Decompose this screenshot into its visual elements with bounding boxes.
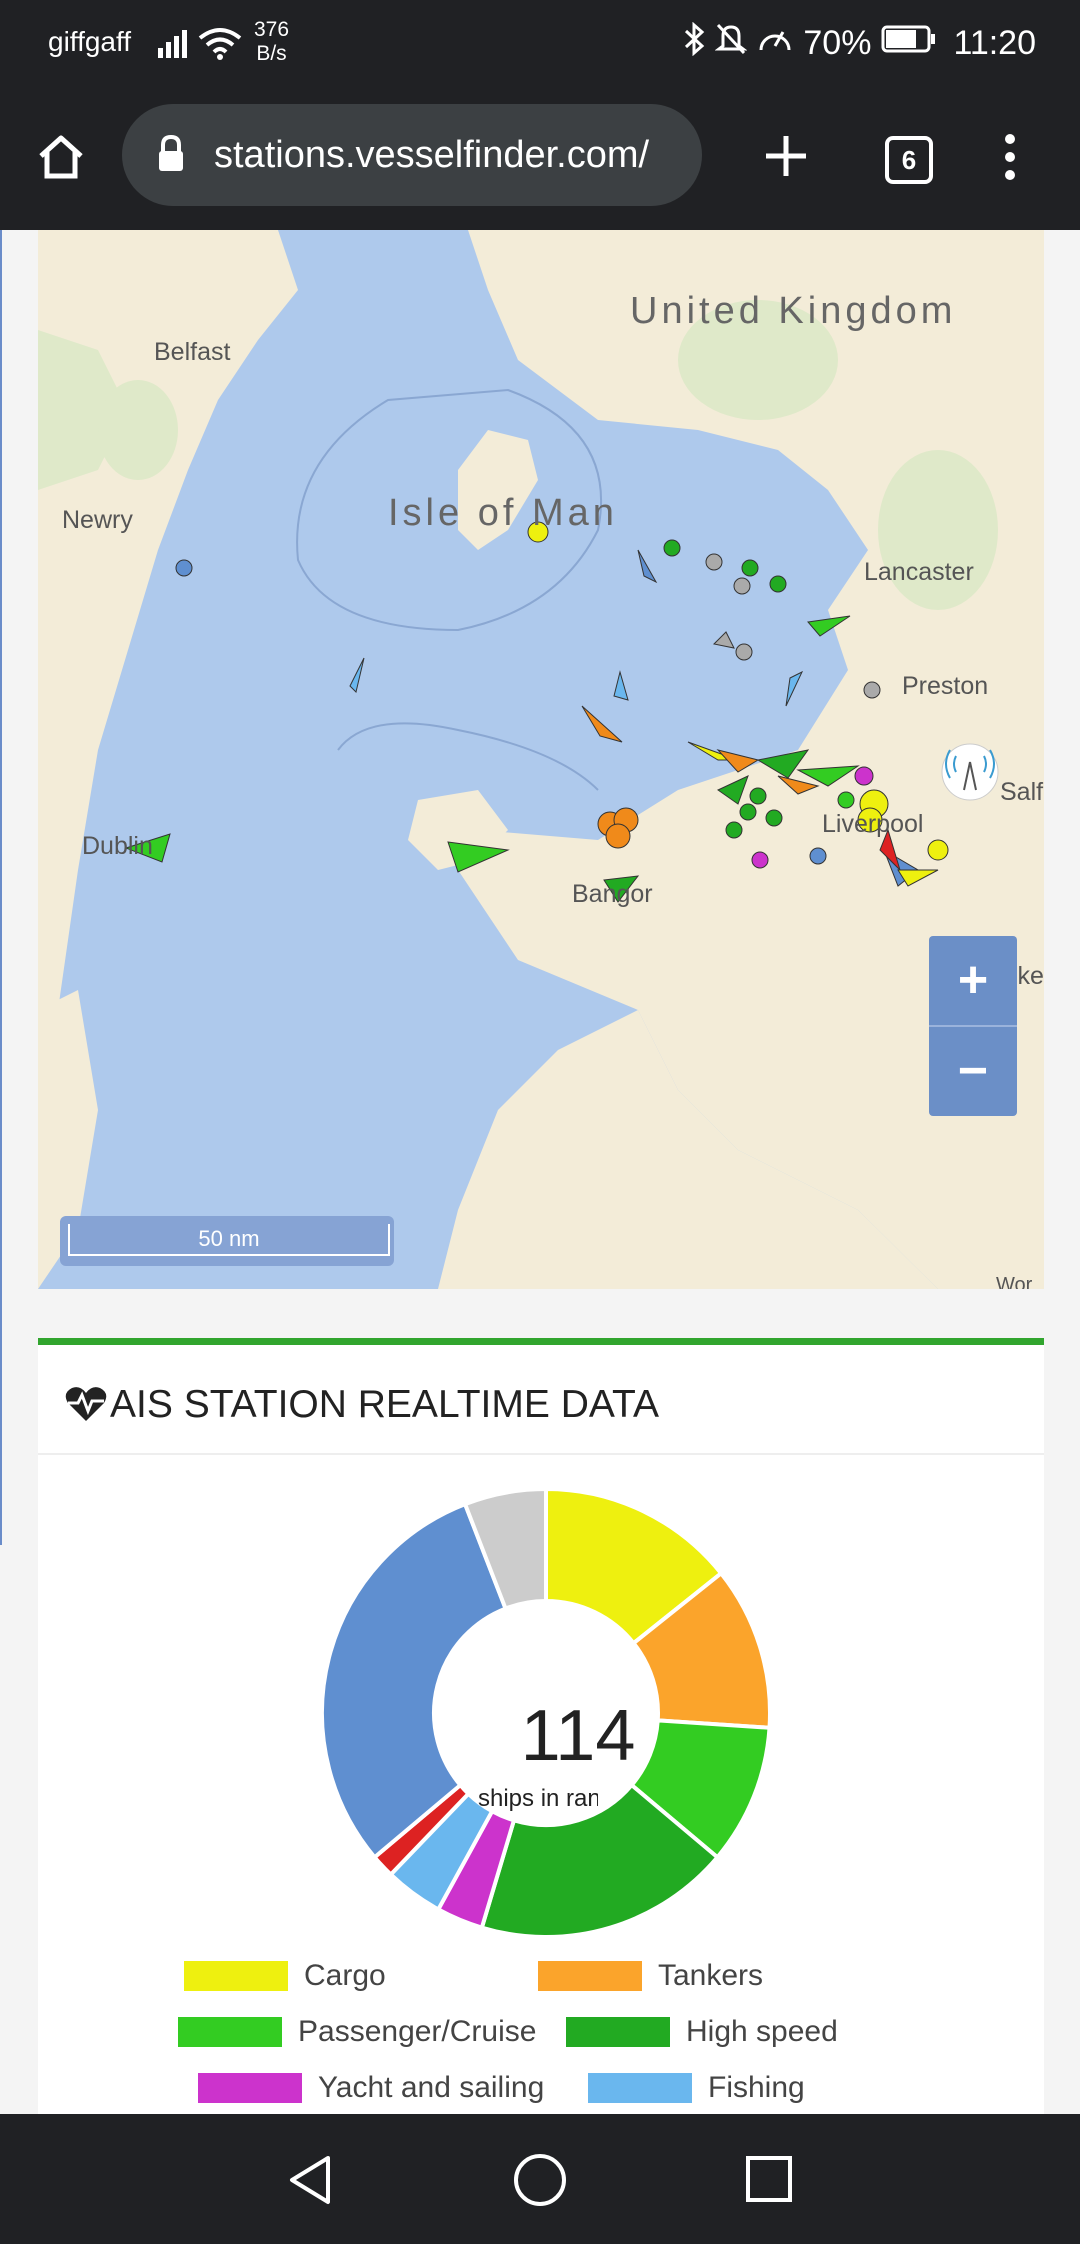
legend-item-yacht-sailing[interactable]: Yacht and sailing (198, 2071, 544, 2105)
network-speed: 376 B/s (254, 18, 290, 65)
tab-switcher-button[interactable]: 6 (885, 136, 933, 184)
legend-item-tankers[interactable]: Tankers (538, 1959, 763, 1993)
zoom-out-button[interactable]: − (929, 1027, 1017, 1116)
map-label-liverpool: Liverpool (822, 810, 924, 838)
signal-icon (158, 28, 192, 63)
map-label-newry: Newry (62, 506, 133, 534)
map-label-bangor: Bangor (572, 880, 653, 908)
realtime-data-card: AIS STATION REALTIME DATA 114 ships in r… (38, 1338, 1044, 2114)
ships-total: 114 (520, 1696, 636, 1776)
battery-icon (881, 24, 937, 63)
heartbeat-icon (64, 1385, 108, 1428)
zoom-control: + − (929, 936, 1017, 1116)
map-label-preston: Preston (902, 672, 989, 700)
legend-item-cargo[interactable]: Cargo (184, 1959, 386, 1993)
recents-icon[interactable] (744, 2154, 794, 2209)
legend-item-high-speed[interactable]: High speed (566, 2015, 838, 2049)
map-label-salford: Salf (1000, 778, 1044, 806)
map-label-belfast: Belfast (154, 338, 231, 366)
carrier-name: giffgaff (48, 26, 132, 57)
lock-icon (156, 134, 186, 184)
bluetooth-icon (683, 21, 705, 65)
system-nav-bar (0, 2114, 1080, 2244)
map-label-isle-of-man: Isle of Man (388, 492, 618, 534)
status-bar: giffgaff 376 B/s 70% 11:20 (0, 0, 1080, 88)
speedometer-icon (757, 22, 793, 65)
address-bar[interactable]: stations.vesselfinder.com/ (122, 104, 702, 206)
zoom-in-button[interactable]: + (929, 936, 1017, 1025)
clock: 11:20 (953, 24, 1036, 62)
map-scale: 50 nm (60, 1216, 394, 1266)
map-canvas (38, 230, 1044, 1289)
wifi-icon (198, 26, 242, 65)
back-icon[interactable] (286, 2154, 334, 2211)
map-label-dublin: Dublin (82, 832, 153, 860)
station-map[interactable]: United Kingdom Belfast Isle of Man Newry… (38, 230, 1044, 1289)
new-tab-icon[interactable] (762, 132, 810, 185)
url-text: stations.vesselfinder.com/ (214, 134, 650, 176)
page-content: United Kingdom Belfast Isle of Man Newry… (0, 230, 1080, 2114)
home-icon[interactable] (36, 132, 86, 187)
card-title: AIS STATION REALTIME DATA (110, 1383, 659, 1426)
ships-total-caption: ships in range (478, 1785, 598, 1812)
map-label-country: United Kingdom (630, 290, 957, 332)
map-label-worcester: Wor (996, 1274, 1033, 1289)
home-circle-icon[interactable] (512, 2152, 568, 2213)
battery-percent: 70% (803, 24, 872, 62)
map-label-lancaster: Lancaster (864, 558, 974, 586)
browser-toolbar: stations.vesselfinder.com/ 6 (0, 88, 1080, 230)
scale-label: 50 nm (68, 1224, 390, 1256)
legend-item-passenger-cruise[interactable]: Passenger/Cruise (178, 2015, 536, 2049)
more-menu-icon[interactable] (1000, 132, 1020, 187)
legend-item-fishing[interactable]: Fishing (588, 2071, 805, 2105)
mute-bell-icon (714, 22, 748, 65)
